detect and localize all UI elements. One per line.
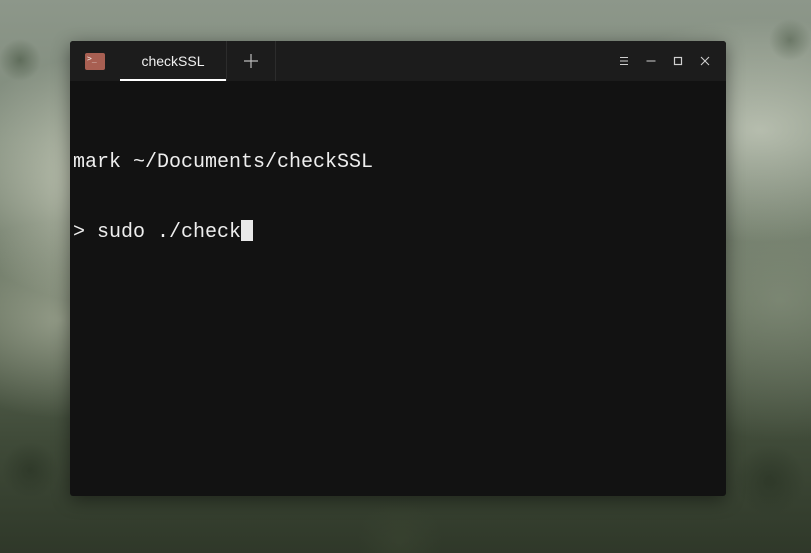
titlebar-drag-area[interactable] <box>276 41 610 81</box>
tab-checkssl[interactable]: checkSSL <box>120 41 226 81</box>
close-icon <box>700 56 709 66</box>
text-cursor <box>241 220 254 241</box>
command-line: > sudo ./check <box>73 220 726 244</box>
menu-button[interactable] <box>610 41 637 81</box>
maximize-button[interactable] <box>664 41 691 81</box>
app-icon-container: >_ <box>70 41 120 81</box>
hamburger-menu-icon <box>619 57 628 65</box>
title-bar: >_ checkSSL <box>70 41 726 81</box>
prompt-symbol: > <box>73 221 86 244</box>
plus-icon <box>244 54 258 68</box>
minimize-button[interactable] <box>637 41 664 81</box>
prompt-header-line: mark ~/Documents/checkSSL <box>73 151 374 174</box>
maximize-icon <box>673 56 682 66</box>
terminal-app-icon: >_ <box>85 53 105 70</box>
minimize-icon <box>646 60 655 62</box>
command-text: sudo ./check <box>97 221 242 244</box>
new-tab-button[interactable] <box>227 41 275 81</box>
window-controls <box>610 41 726 81</box>
terminal-window: >_ checkSSL mark ~/Documents/checkSSL > … <box>70 41 726 496</box>
close-button[interactable] <box>691 41 718 81</box>
tab-label: checkSSL <box>141 53 205 69</box>
terminal-output[interactable]: mark ~/Documents/checkSSL > sudo ./check <box>73 105 726 496</box>
